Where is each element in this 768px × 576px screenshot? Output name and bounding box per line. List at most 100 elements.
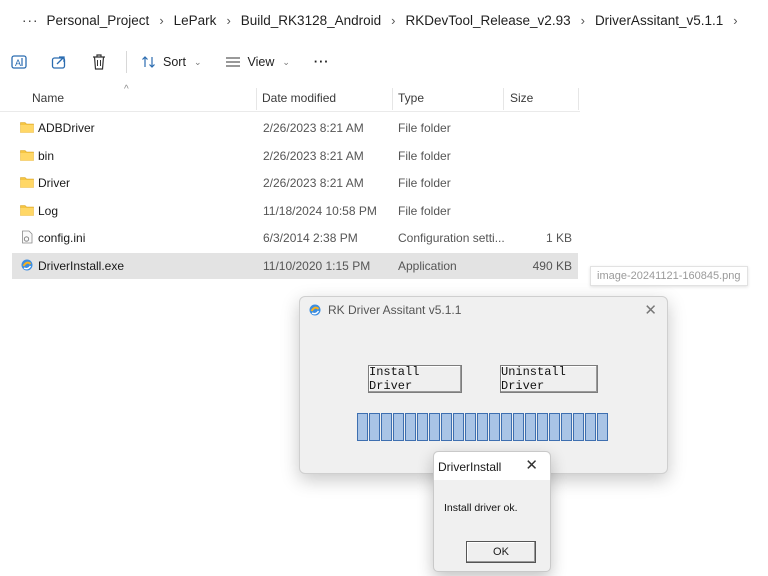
file-type: File folder (398, 149, 451, 163)
file-size: 1 KB (545, 231, 572, 245)
command-bar: A Sort ⌄ View ⌄ ··· (0, 44, 768, 80)
breadcrumb-item-rkdevtool[interactable]: RKDevTool_Release_v2.93 (397, 13, 578, 28)
progress-block (381, 413, 392, 441)
progress-block (369, 413, 380, 441)
chevron-right-icon[interactable]: › (224, 13, 232, 28)
image-tooltip: image-20241121-160845.png (590, 266, 748, 286)
file-type: File folder (398, 204, 451, 218)
install-progress-bar (357, 413, 609, 441)
folder-icon (20, 122, 34, 133)
breadcrumb-item-personal-project[interactable]: Personal_Project (39, 13, 158, 28)
file-name: config.ini (38, 231, 86, 245)
progress-block (429, 413, 440, 441)
file-name: DriverInstall.exe (38, 259, 125, 273)
column-divider[interactable] (392, 88, 393, 110)
folder-icon (20, 150, 34, 161)
file-type: File folder (398, 121, 451, 135)
file-date: 2/26/2023 8:21 AM (263, 149, 364, 163)
ini-file-icon (22, 230, 33, 244)
progress-block (597, 413, 608, 441)
column-divider[interactable] (503, 88, 504, 110)
file-date: 2/26/2023 8:21 AM (263, 176, 364, 190)
file-row[interactable]: bin 2/26/2023 8:21 AM File folder (12, 143, 578, 169)
uninstall-driver-button[interactable]: Uninstall Driver (500, 365, 598, 393)
file-name: Driver (38, 176, 70, 190)
close-icon[interactable]: ✕ (525, 456, 538, 474)
progress-block (561, 413, 572, 441)
column-divider[interactable] (578, 88, 579, 110)
driverinstall-message-box: DriverInstall ✕ Install driver ok. OK (433, 451, 551, 572)
close-icon[interactable]: ✕ (644, 301, 657, 319)
file-date: 11/10/2020 1:15 PM (263, 259, 371, 273)
sort-label: Sort (163, 55, 186, 69)
view-icon (226, 57, 241, 67)
progress-block (501, 413, 512, 441)
file-type: Configuration setti... (398, 231, 505, 245)
progress-block (405, 413, 416, 441)
dialog-titlebar[interactable]: RK Driver Assitant v5.1.1 (308, 303, 461, 317)
chevron-right-icon[interactable]: › (389, 13, 397, 28)
see-more-button[interactable]: ··· (314, 55, 330, 69)
file-size: 490 KB (532, 259, 572, 273)
file-row[interactable]: Log 11/18/2024 10:58 PM File folder (12, 198, 578, 224)
dialog-title: RK Driver Assitant v5.1.1 (328, 303, 462, 317)
svg-text:A: A (15, 58, 21, 68)
delete-icon[interactable] (88, 51, 110, 73)
column-divider[interactable] (256, 88, 257, 110)
toolbar-divider (126, 51, 127, 73)
message-box-titlebar[interactable]: DriverInstall ✕ (434, 452, 550, 480)
progress-block (549, 413, 560, 441)
progress-block (417, 413, 428, 441)
column-header-type[interactable]: Type (398, 91, 424, 105)
ok-button[interactable]: OK (466, 541, 536, 563)
file-name: ADBDriver (38, 121, 95, 135)
column-header-date[interactable]: Date modified (262, 91, 336, 105)
app-icon (309, 304, 321, 316)
progress-block (525, 413, 536, 441)
file-date: 2/26/2023 8:21 AM (263, 121, 364, 135)
file-date: 6/3/2014 2:38 PM (263, 231, 358, 245)
file-row[interactable]: ADBDriver 2/26/2023 8:21 AM File folder (12, 115, 578, 141)
breadcrumb-item-lepark[interactable]: LePark (166, 13, 225, 28)
chevron-right-icon[interactable]: › (579, 13, 587, 28)
breadcrumb-item-driverassitant[interactable]: DriverAssitant_v5.1.1 (587, 13, 731, 28)
column-header-size[interactable]: Size (510, 91, 533, 105)
view-label: View (247, 55, 275, 69)
install-driver-button[interactable]: Install Driver (368, 365, 462, 393)
file-row[interactable]: config.ini 6/3/2014 2:38 PM Configuratio… (12, 225, 578, 251)
chevron-down-icon: ⌄ (193, 56, 202, 67)
folder-icon (20, 205, 34, 216)
file-type: Application (398, 259, 457, 273)
message-text: Install driver ok. (444, 502, 518, 514)
message-box-title: DriverInstall (438, 460, 502, 474)
file-date: 11/18/2024 10:58 PM (263, 204, 377, 218)
view-button[interactable]: View ⌄ (225, 55, 290, 69)
share-icon[interactable] (48, 51, 70, 73)
progress-block (441, 413, 452, 441)
progress-block (465, 413, 476, 441)
file-row-selected[interactable]: DriverInstall.exe 11/10/2020 1:15 PM App… (12, 253, 578, 279)
column-header-name[interactable]: Name (32, 91, 64, 105)
file-row[interactable]: Driver 2/26/2023 8:21 AM File folder (12, 170, 578, 196)
progress-block (453, 413, 464, 441)
sort-button[interactable]: Sort ⌄ (141, 55, 201, 69)
rk-driver-assitant-dialog: RK Driver Assitant v5.1.1 ✕ Install Driv… (299, 296, 668, 474)
breadcrumb-item-build[interactable]: Build_RK3128_Android (233, 13, 389, 28)
progress-block (585, 413, 596, 441)
exe-file-icon (21, 259, 33, 271)
progress-block (393, 413, 404, 441)
chevron-right-icon[interactable]: › (731, 13, 739, 28)
folder-icon (20, 177, 34, 188)
chevron-right-icon[interactable]: › (157, 13, 165, 28)
rename-icon[interactable]: A (8, 51, 30, 73)
breadcrumb-overflow-button[interactable]: ··· (22, 13, 39, 28)
progress-block (513, 413, 524, 441)
file-name: bin (38, 149, 55, 163)
chevron-down-icon: ⌄ (282, 56, 290, 67)
progress-block (537, 413, 548, 441)
file-name: Log (38, 204, 59, 218)
progress-block (489, 413, 500, 441)
column-header-row: Name ^ Date modified Type Size (0, 84, 580, 112)
breadcrumb: ··· Personal_Project › LePark › Build_RK… (0, 0, 768, 40)
file-type: File folder (398, 176, 451, 190)
